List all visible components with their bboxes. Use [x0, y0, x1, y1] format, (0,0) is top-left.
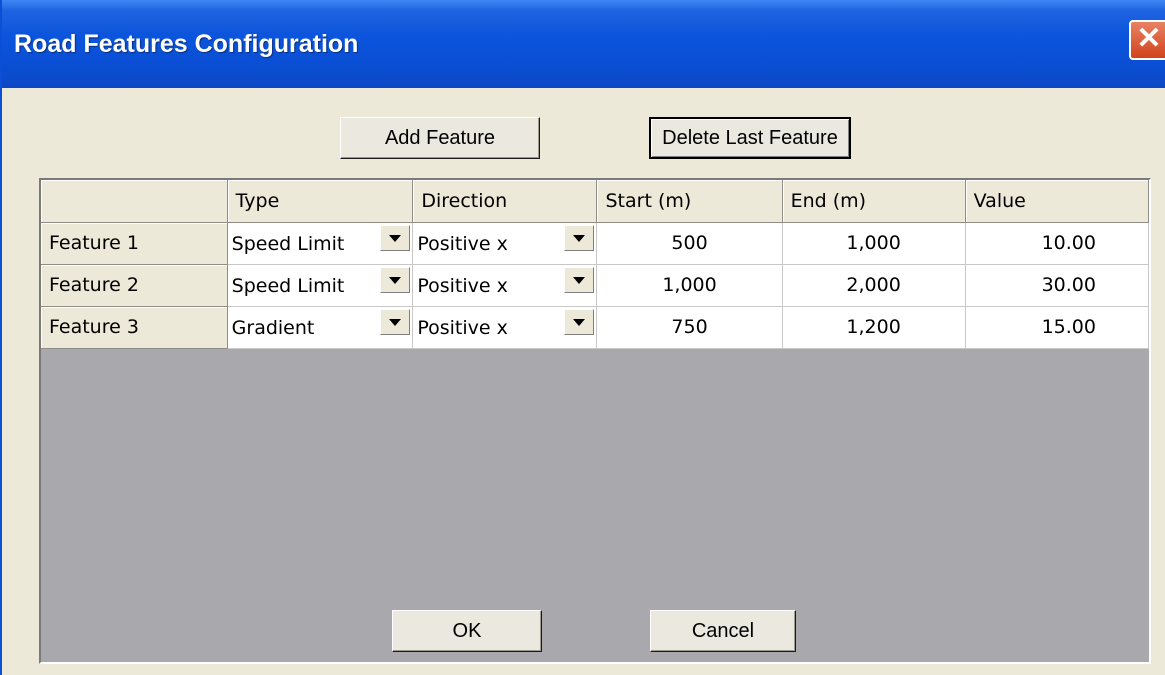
- type-combo[interactable]: Gradient: [227, 306, 414, 349]
- delete-last-feature-button[interactable]: Delete Last Feature: [649, 117, 851, 159]
- cancel-button[interactable]: Cancel: [650, 610, 796, 652]
- header-row: Type Direction Start (m) End (m) Value: [41, 180, 1149, 223]
- chevron-down-icon[interactable]: [564, 266, 595, 293]
- value-cell[interactable]: 30.00: [965, 264, 1149, 307]
- corner-header: [41, 180, 228, 223]
- type-combo[interactable]: Speed Limit: [227, 222, 414, 265]
- type-combo[interactable]: Speed Limit: [227, 264, 414, 307]
- type-value: Gradient: [231, 316, 315, 339]
- add-feature-button[interactable]: Add Feature: [340, 117, 540, 159]
- row-header[interactable]: Feature 3: [41, 306, 228, 349]
- row-header[interactable]: Feature 2: [41, 264, 228, 307]
- column-header-value[interactable]: Value: [965, 180, 1149, 223]
- chevron-down-icon[interactable]: [380, 266, 411, 293]
- start-cell[interactable]: 500: [596, 222, 783, 265]
- dialog-window: Road Features Configuration ✕ Add Featur…: [0, 0, 1165, 675]
- type-value: Speed Limit: [231, 232, 345, 255]
- direction-combo[interactable]: Positive x: [412, 306, 598, 349]
- type-value: Speed Limit: [231, 274, 345, 297]
- value-cell[interactable]: 15.00: [965, 306, 1149, 349]
- table-row: Feature 2 Speed Limit Positive x 1,000 2…: [41, 264, 1149, 307]
- chevron-down-icon[interactable]: [380, 308, 411, 335]
- column-header-start[interactable]: Start (m): [596, 180, 783, 223]
- start-cell[interactable]: 750: [596, 306, 783, 349]
- window-title: Road Features Configuration: [14, 30, 359, 58]
- close-icon[interactable]: ✕: [1129, 20, 1165, 60]
- direction-value: Positive x: [417, 232, 508, 255]
- direction-value: Positive x: [417, 274, 508, 297]
- value-cell[interactable]: 10.00: [965, 222, 1149, 265]
- chevron-down-icon[interactable]: [380, 224, 411, 251]
- column-header-direction[interactable]: Direction: [412, 180, 598, 223]
- features-grid: Type Direction Start (m) End (m) Value F…: [39, 178, 1151, 664]
- column-header-end[interactable]: End (m): [782, 180, 966, 223]
- end-cell[interactable]: 1,200: [782, 306, 966, 349]
- start-cell[interactable]: 1,000: [596, 264, 783, 307]
- dialog-body: Add Feature Delete Last Feature Type Dir…: [10, 88, 1165, 675]
- column-header-type[interactable]: Type: [227, 180, 414, 223]
- row-header[interactable]: Feature 1: [41, 222, 228, 265]
- direction-combo[interactable]: Positive x: [412, 264, 598, 307]
- chevron-down-icon[interactable]: [564, 224, 595, 251]
- ok-button[interactable]: OK: [392, 610, 542, 652]
- end-cell[interactable]: 1,000: [782, 222, 966, 265]
- table-row: Feature 1 Speed Limit Positive x 500 1,0…: [41, 222, 1149, 265]
- direction-combo[interactable]: Positive x: [412, 222, 598, 265]
- features-table: Type Direction Start (m) End (m) Value F…: [41, 180, 1149, 349]
- chevron-down-icon[interactable]: [564, 308, 595, 335]
- title-bar[interactable]: Road Features Configuration ✕: [2, 0, 1165, 88]
- table-row: Feature 3 Gradient Positive x 750 1,200 …: [41, 306, 1149, 349]
- direction-value: Positive x: [417, 316, 508, 339]
- end-cell[interactable]: 2,000: [782, 264, 966, 307]
